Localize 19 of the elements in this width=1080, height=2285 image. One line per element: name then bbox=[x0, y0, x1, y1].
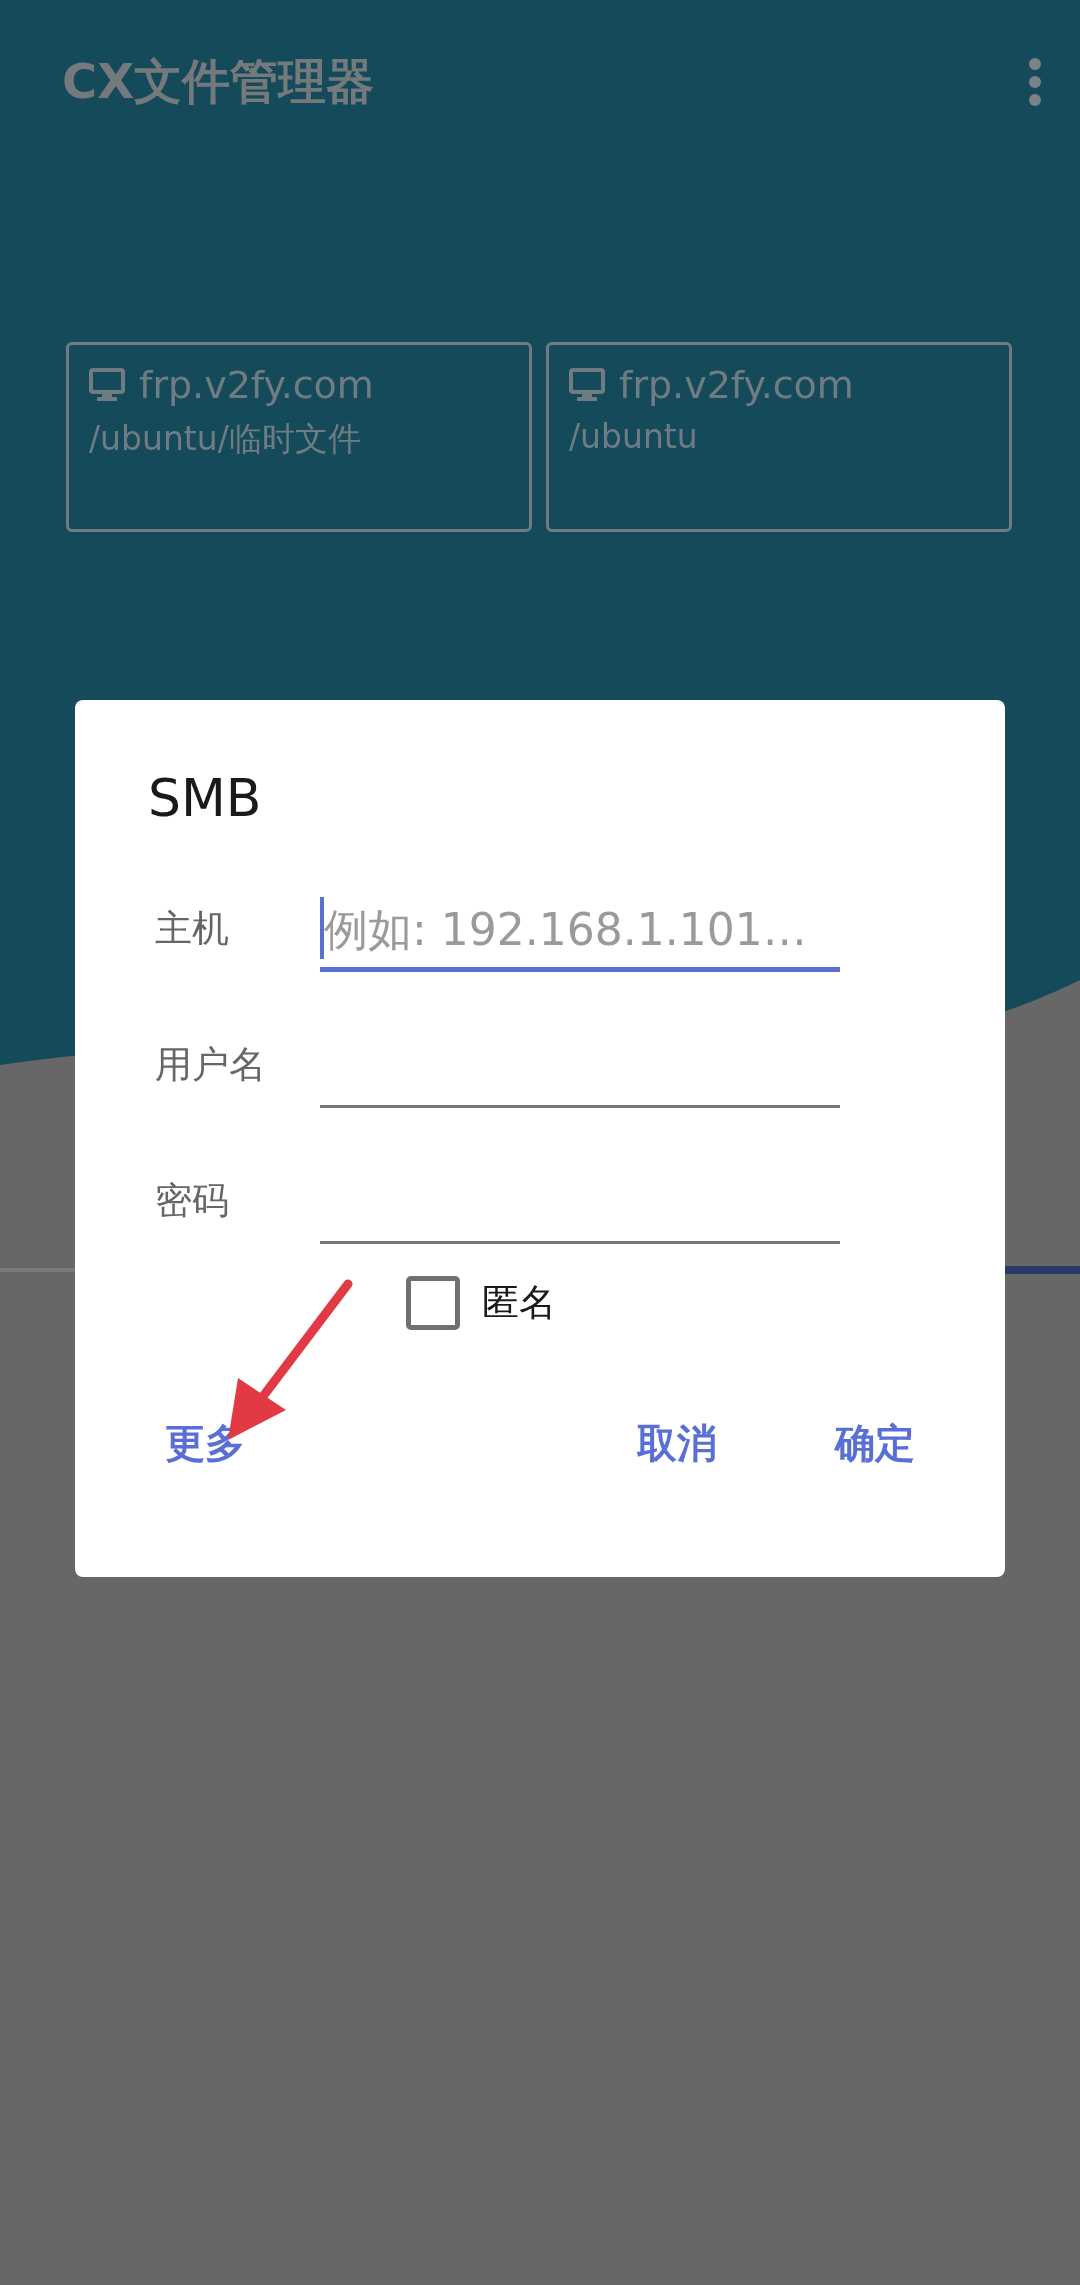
dialog-button[interactable]: 取消 bbox=[613, 1404, 741, 1483]
location-host: frp.v2fy.com bbox=[139, 363, 374, 407]
location-host: frp.v2fy.com bbox=[619, 363, 854, 407]
location-path: /ubuntu bbox=[569, 417, 699, 456]
location-path: /ubuntu/临时文件 bbox=[89, 418, 362, 460]
checkbox-label: 匿名 bbox=[482, 1280, 556, 1326]
field-label: 密码 bbox=[154, 1178, 230, 1224]
monitor-icon bbox=[569, 368, 605, 402]
app-title: CX文件管理器 bbox=[62, 52, 375, 111]
field-label: 主机 bbox=[154, 906, 230, 952]
dialog-title: SMB bbox=[148, 768, 263, 828]
field-label: 用户名 bbox=[154, 1042, 267, 1088]
location-card[interactable]: frp.v2fy.com /ubuntu bbox=[546, 342, 1012, 532]
anonymous-checkbox[interactable] bbox=[406, 1276, 460, 1330]
more-menu-icon[interactable] bbox=[1028, 57, 1042, 107]
location-card[interactable]: frp.v2fy.com /ubuntu/临时文件 bbox=[66, 342, 532, 532]
monitor-icon bbox=[89, 368, 125, 402]
dialog-button[interactable]: 确定 bbox=[811, 1404, 939, 1483]
input-field[interactable]: 例如: 192.168.1.101… bbox=[320, 891, 840, 972]
